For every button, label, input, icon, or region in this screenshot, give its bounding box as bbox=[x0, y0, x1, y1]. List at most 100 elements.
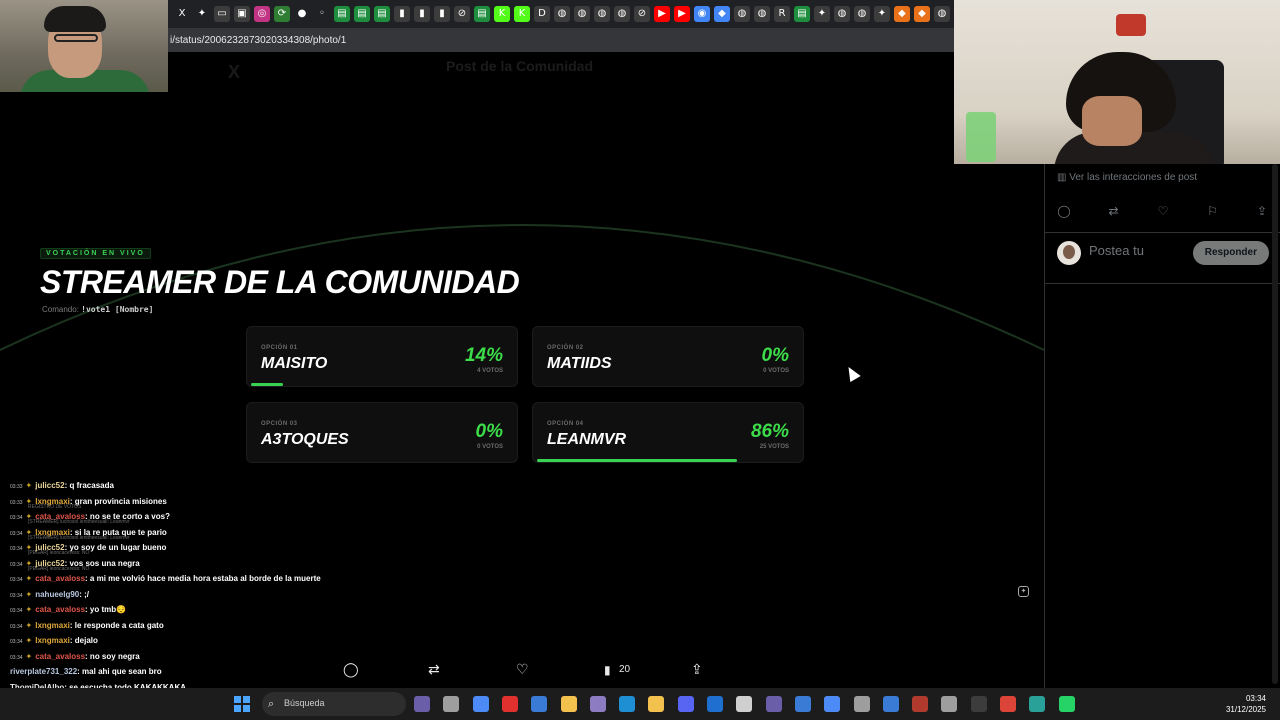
tab-icon[interactable]: ✦ bbox=[874, 6, 890, 22]
view-interactions-link[interactable]: ▥ Ver las interacciones de post bbox=[1057, 172, 1197, 183]
start-button[interactable] bbox=[234, 696, 250, 712]
chat-text: : dejalo bbox=[69, 636, 98, 645]
store-icon[interactable] bbox=[531, 696, 548, 712]
chat-username[interactable]: lxngmaxi bbox=[35, 636, 70, 645]
globe-icon[interactable]: ◍ bbox=[594, 6, 610, 22]
ccleaner-icon[interactable] bbox=[736, 696, 753, 712]
app-icon[interactable] bbox=[765, 696, 782, 712]
globe-icon[interactable]: ◍ bbox=[734, 6, 750, 22]
globe-icon[interactable]: ◍ bbox=[574, 6, 590, 22]
chat-timestamp: 03:34 bbox=[10, 546, 23, 552]
folder-icon[interactable] bbox=[560, 696, 577, 712]
vscode-icon[interactable] bbox=[648, 696, 665, 712]
chart-icon[interactable]: ▮ bbox=[414, 6, 430, 22]
tab-icon[interactable]: ▣ bbox=[234, 6, 250, 22]
chat-username[interactable]: cata_avaloss bbox=[35, 574, 85, 583]
chat-timestamp: 03:34 bbox=[10, 530, 23, 537]
browser-icon[interactable] bbox=[1029, 696, 1046, 712]
clock-time: 03:34 bbox=[1245, 694, 1266, 703]
youtube-icon[interactable]: ▶ bbox=[654, 6, 670, 22]
option-votes: 0 VOTOS bbox=[763, 368, 789, 374]
chat-username[interactable]: nahueelg90 bbox=[35, 590, 79, 599]
address-bar[interactable]: i/status/2006232873020334308/photo/1 bbox=[168, 28, 954, 52]
sheets-icon[interactable]: ▤ bbox=[474, 6, 490, 22]
x-logo-icon[interactable]: X bbox=[174, 6, 190, 22]
terminal-icon[interactable] bbox=[970, 696, 987, 712]
command-text: !vote1 [Nombre] bbox=[81, 305, 154, 314]
vpn-icon[interactable] bbox=[707, 696, 723, 712]
x-logo[interactable]: X bbox=[228, 62, 240, 83]
reply-input[interactable]: Postea tu bbox=[1089, 243, 1144, 258]
sheets-icon[interactable]: ▤ bbox=[334, 6, 350, 22]
tab-icon[interactable]: ▭ bbox=[214, 6, 230, 22]
mail-icon[interactable] bbox=[794, 696, 811, 712]
tab-icon[interactable]: ⊘ bbox=[454, 6, 470, 22]
kick-icon[interactable]: K bbox=[514, 6, 530, 22]
tab-icon[interactable]: ⟳ bbox=[274, 6, 290, 22]
repost-icon[interactable]: ⇄ bbox=[1107, 204, 1121, 218]
views-icon[interactable]: ▮ bbox=[604, 663, 611, 677]
reply-icon[interactable]: ◯ bbox=[1057, 204, 1071, 218]
share-icon[interactable]: ⇪ bbox=[691, 662, 703, 678]
recorder-icon[interactable] bbox=[882, 696, 899, 712]
globe-icon[interactable]: ◍ bbox=[934, 6, 950, 22]
option-votes: 0 VOTOS bbox=[477, 444, 503, 450]
bookmark-icon[interactable]: ⚐ bbox=[1206, 204, 1220, 218]
chat-username[interactable]: julicc52 bbox=[35, 481, 64, 490]
sheets-icon[interactable]: ▤ bbox=[794, 6, 810, 22]
settings-icon[interactable] bbox=[941, 696, 958, 712]
like-icon[interactable]: ♡ bbox=[516, 662, 529, 678]
chart-icon[interactable]: ▮ bbox=[434, 6, 450, 22]
tab-icon[interactable]: ◆ bbox=[894, 6, 910, 22]
scrollbar[interactable] bbox=[1272, 164, 1278, 684]
tab-icon[interactable]: ◆ bbox=[914, 6, 930, 22]
vote-option-card: OPCIÓN 02 MATIIDS 0% 0 VOTOS bbox=[532, 326, 804, 387]
youtube-icon[interactable]: ▶ bbox=[674, 6, 690, 22]
globe-icon[interactable]: ◍ bbox=[754, 6, 770, 22]
globe-icon[interactable]: ◍ bbox=[834, 6, 850, 22]
grok-icon[interactable]: ✦ bbox=[1018, 586, 1029, 597]
chrome-icon[interactable] bbox=[1000, 696, 1016, 712]
edge-icon[interactable] bbox=[619, 696, 636, 712]
chat-text: : a mi me volvió hace media hora estaba … bbox=[85, 574, 321, 583]
tab-icon[interactable]: D bbox=[534, 6, 550, 22]
whatsapp-icon[interactable] bbox=[1058, 696, 1075, 712]
address-url[interactable]: i/status/2006232873020334308/photo/1 bbox=[170, 35, 346, 46]
files-icon[interactable] bbox=[414, 696, 430, 712]
discord-icon[interactable] bbox=[677, 696, 694, 712]
repost-icon[interactable]: ⇄ bbox=[428, 662, 440, 678]
pen-icon[interactable] bbox=[589, 696, 606, 712]
winrar-icon[interactable] bbox=[912, 696, 929, 712]
globe-icon[interactable]: ◍ bbox=[854, 6, 870, 22]
reply-icon[interactable]: ◯ bbox=[343, 662, 359, 678]
chat-username[interactable]: lxngmaxi bbox=[35, 621, 70, 630]
chrome-icon[interactable]: ◉ bbox=[694, 6, 710, 22]
tab-icon[interactable]: R bbox=[774, 6, 790, 22]
kick-icon[interactable]: K bbox=[494, 6, 510, 22]
copilot-icon[interactable] bbox=[472, 696, 489, 712]
tab-icon[interactable]: ● bbox=[294, 6, 310, 22]
sheets-icon[interactable]: ▤ bbox=[354, 6, 370, 22]
taskbar-clock[interactable]: 03:34 31/12/2025 bbox=[1226, 693, 1266, 715]
tab-icon[interactable]: ⊘ bbox=[634, 6, 650, 22]
tab-icon[interactable]: ◦ bbox=[314, 6, 330, 22]
chart-icon[interactable]: ▮ bbox=[394, 6, 410, 22]
like-icon[interactable]: ♡ bbox=[1156, 204, 1170, 218]
window-icon[interactable] bbox=[443, 696, 460, 712]
reply-button[interactable]: Responder bbox=[1192, 241, 1269, 265]
tab-icon[interactable]: ✦ bbox=[814, 6, 830, 22]
chat-message: 03:34 ✦ lxngmaxi: dejalo bbox=[0, 633, 340, 649]
steam-icon[interactable] bbox=[853, 696, 870, 712]
globe-icon[interactable]: ◍ bbox=[554, 6, 570, 22]
instagram-icon[interactable]: ◎ bbox=[254, 6, 270, 22]
opera-icon[interactable] bbox=[501, 696, 518, 712]
notepad-icon[interactable] bbox=[824, 696, 841, 712]
taskbar-search[interactable]: ⌕ Búsqueda bbox=[262, 692, 406, 716]
x-logo-icon[interactable]: ✦ bbox=[194, 6, 210, 22]
share-icon[interactable]: ⇪ bbox=[1255, 204, 1269, 218]
option-name: MATIIDS bbox=[547, 355, 612, 372]
sheets-icon[interactable]: ▤ bbox=[374, 6, 390, 22]
globe-icon[interactable]: ◍ bbox=[614, 6, 630, 22]
chat-username[interactable]: cata_avaloss bbox=[35, 605, 85, 614]
shield-icon[interactable]: ◆ bbox=[714, 6, 730, 22]
